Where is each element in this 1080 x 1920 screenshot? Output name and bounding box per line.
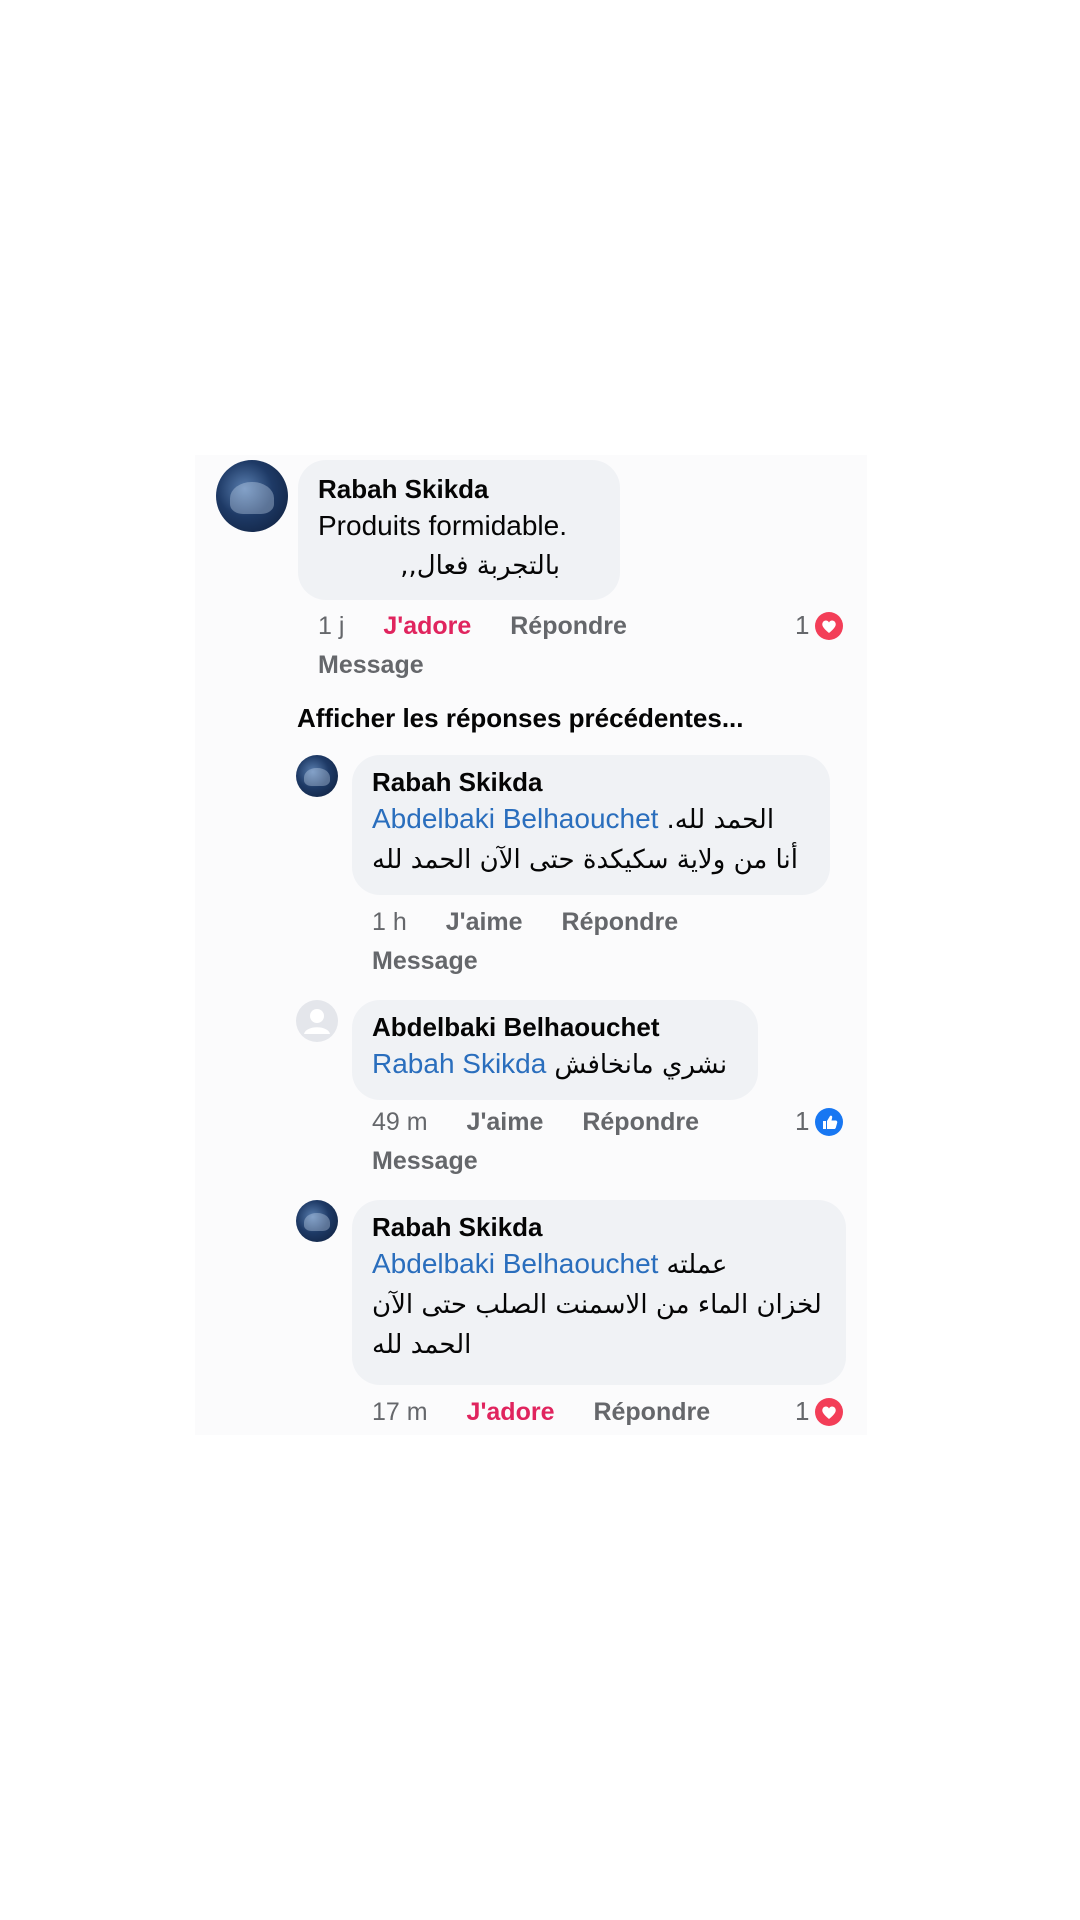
- love-button[interactable]: J'adore: [467, 1398, 555, 1426]
- reaction-summary[interactable]: 1: [795, 1106, 844, 1137]
- reply-author[interactable]: Rabah Skikda: [372, 765, 810, 799]
- like-button[interactable]: J'aime: [446, 908, 523, 936]
- avatar[interactable]: [296, 1200, 338, 1242]
- like-icon: [815, 1107, 844, 1136]
- reaction-count: 1: [795, 1106, 810, 1136]
- reply-actions: 49 m J'aime Répondre: [372, 1108, 731, 1137]
- reaction-summary[interactable]: 1: [795, 1396, 844, 1427]
- avatar[interactable]: [216, 460, 288, 532]
- reply-author[interactable]: Abdelbaki Belhaouchet: [372, 1010, 738, 1044]
- reply-text-row: Abdelbaki Belhaouchet عملته: [372, 1244, 826, 1285]
- comment-text: Produits formidable.: [318, 510, 568, 541]
- reply-actions: 17 m J'adore Répondre: [372, 1398, 742, 1427]
- mention-link[interactable]: Abdelbaki Belhaouchet: [372, 1244, 658, 1284]
- reaction-count: 1: [795, 610, 810, 640]
- mention-link[interactable]: Abdelbaki Belhaouchet: [372, 799, 658, 839]
- reaction-count: 1: [795, 1396, 810, 1426]
- reply-time: 49 m: [372, 1108, 428, 1136]
- heart-icon: [815, 611, 844, 640]
- reply-button[interactable]: Répondre: [510, 612, 627, 640]
- message-button[interactable]: Message: [318, 651, 424, 680]
- reply-button[interactable]: Répondre: [562, 908, 679, 936]
- love-button[interactable]: J'adore: [383, 612, 471, 640]
- reply-actions: 1 h J'aime Répondre: [372, 908, 710, 937]
- default-avatar-icon: [304, 1009, 330, 1034]
- reply-bubble: Rabah Skikda Abdelbaki Belhaouchet عملته…: [352, 1200, 846, 1385]
- comment-bubble: Rabah Skikda Produits formidable. بالتجر…: [298, 460, 620, 600]
- reply-button[interactable]: Répondre: [593, 1398, 710, 1426]
- avatar[interactable]: [296, 755, 338, 797]
- like-button[interactable]: J'aime: [467, 1108, 544, 1136]
- message-button[interactable]: Message: [372, 947, 478, 976]
- heart-icon: [815, 1397, 844, 1426]
- comment-time: 1 j: [318, 612, 345, 640]
- reply-text-arabic-line2: لخزان الماء من الاسمنت الصلب حتى الآن: [372, 1290, 822, 1320]
- comment-text-arabic: بالتجربة فعال,,: [400, 551, 560, 581]
- reply-button[interactable]: Répondre: [582, 1108, 699, 1136]
- message-button[interactable]: Message: [372, 1147, 478, 1176]
- reply-bubble: Rabah Skikda Abdelbaki Belhaouchet الحمد…: [352, 755, 830, 895]
- avatar[interactable]: [296, 1000, 338, 1042]
- reply-text-arabic: عملته: [666, 1250, 728, 1280]
- reply-author[interactable]: Rabah Skikda: [372, 1210, 826, 1244]
- reply-bubble: Abdelbaki Belhaouchet Rabah Skikda نشري …: [352, 1000, 758, 1100]
- reply-time: 1 h: [372, 908, 407, 936]
- reply-text-row: Abdelbaki Belhaouchet الحمد لله.: [372, 799, 810, 840]
- reply-text-row: Rabah Skikda نشري مانخافش: [372, 1044, 738, 1085]
- reply-time: 17 m: [372, 1398, 428, 1426]
- comment-author[interactable]: Rabah Skikda: [318, 472, 600, 506]
- reply-text-arabic-line3: الحمد لله: [372, 1330, 472, 1360]
- reply-text-arabic: نشري مانخافش: [554, 1050, 728, 1080]
- show-previous-replies[interactable]: Afficher les réponses précédentes...: [297, 703, 744, 734]
- comment-actions: 1 j J'adore Répondre: [318, 612, 659, 641]
- mention-link[interactable]: Rabah Skikda: [372, 1044, 546, 1084]
- reaction-summary[interactable]: 1: [795, 610, 844, 641]
- reply-text-arabic: الحمد لله.: [666, 805, 775, 835]
- reply-text-arabic-line2: أنا من ولاية سكيكدة حتى الآن الحمد لله: [372, 845, 798, 875]
